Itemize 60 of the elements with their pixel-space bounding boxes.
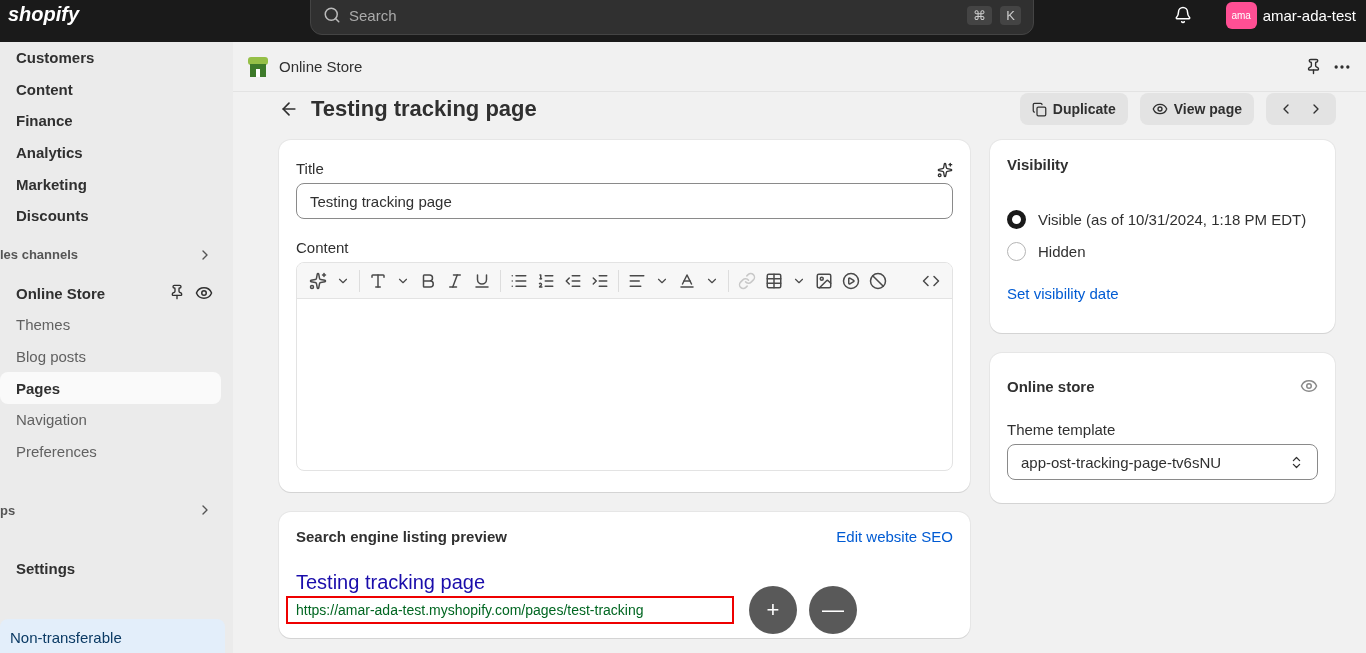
shopify-logo[interactable]: shopify — [0, 2, 310, 26]
sparkle-icon[interactable] — [309, 271, 327, 290]
field-label: Title — [296, 160, 324, 177]
notification-bell-icon[interactable] — [1173, 6, 1192, 24]
card-title: Online store — [1007, 377, 1095, 395]
notice-banner: Non-transferable — [0, 619, 225, 653]
sidebar-item[interactable]: Discounts — [0, 199, 221, 232]
sparkle-icon[interactable] — [937, 161, 953, 178]
video-icon[interactable] — [842, 271, 860, 290]
sidebar-subitem[interactable]: Pages — [0, 372, 221, 404]
shortcut-key: ⌘ — [967, 5, 993, 25]
italic-icon[interactable] — [446, 271, 464, 290]
image-icon[interactable] — [815, 271, 833, 290]
numbered-list-icon[interactable] — [537, 271, 555, 290]
duplicate-button[interactable]: Duplicate — [1019, 93, 1128, 125]
template-select[interactable]: app-ost-tracking-page-tv6sNU — [1007, 444, 1318, 480]
eye-icon — [1151, 101, 1168, 117]
sidebar-item[interactable]: Settings — [0, 553, 221, 585]
sidebar-subitem[interactable]: Blog posts — [0, 340, 221, 373]
sidebar-subitem[interactable]: Preferences — [0, 435, 221, 468]
underline-icon[interactable] — [473, 271, 491, 290]
field-label: Content — [296, 239, 350, 256]
sidebar-item[interactable]: Marketing — [0, 168, 221, 200]
table-icon[interactable] — [765, 271, 783, 290]
zoom-out-button[interactable]: — — [809, 586, 857, 634]
radio-label[interactable]: Visible (as of 10/31/2024, 1:18 PM EDT) — [1038, 210, 1307, 228]
edit-seo-link[interactable]: Edit website SEO — [836, 528, 953, 545]
radio-label[interactable]: Hidden — [1038, 242, 1086, 260]
sidebar-item[interactable]: Content — [0, 73, 221, 106]
sidebar-subitem[interactable]: Navigation — [0, 403, 221, 436]
set-date-link[interactable]: Set visibility date — [1007, 285, 1119, 302]
section-heading[interactable]: ps — [0, 502, 16, 518]
preview-title: Testing tracking page — [296, 571, 486, 594]
text-color-icon[interactable] — [678, 271, 696, 290]
card-title: Visibility — [1007, 156, 1070, 173]
preview-url: https://amar-ada-test.myshopify.com/pages/test-tracking — [286, 596, 734, 624]
shortcut-key: K — [1000, 5, 1021, 25]
view-page-button[interactable]: View page — [1139, 93, 1254, 125]
search-field[interactable]: Search ⌘ K — [310, 0, 1034, 35]
font-icon[interactable] — [369, 271, 387, 290]
page-title: Testing tracking page — [311, 96, 538, 122]
pin-icon[interactable] — [169, 284, 185, 301]
sidebar-item[interactable]: Analytics — [0, 136, 221, 169]
sidebar-item[interactable]: Online Store — [0, 277, 106, 310]
title-field[interactable]: Testing tracking page — [296, 183, 953, 219]
store-icon — [247, 55, 269, 78]
sidebar-item[interactable]: Customers — [0, 42, 221, 74]
zoom-in-button[interactable]: + — [749, 586, 797, 634]
section-heading[interactable]: les channels — [0, 247, 79, 263]
radio-button[interactable] — [1007, 209, 1026, 229]
field-label: Theme template — [1007, 421, 1117, 438]
account-name[interactable]: amar-ada-test — [1262, 6, 1356, 24]
sidebar-subitem[interactable]: Themes — [0, 309, 221, 341]
search-icon — [323, 6, 341, 24]
sidebar-item[interactable]: Finance — [0, 105, 221, 137]
duplicate-icon — [1031, 101, 1047, 117]
pin-icon[interactable] — [1305, 58, 1322, 75]
clear-format-icon[interactable] — [869, 271, 887, 290]
app-title: Online Store — [279, 58, 364, 75]
card-title: Search engine listing preview — [296, 528, 507, 545]
